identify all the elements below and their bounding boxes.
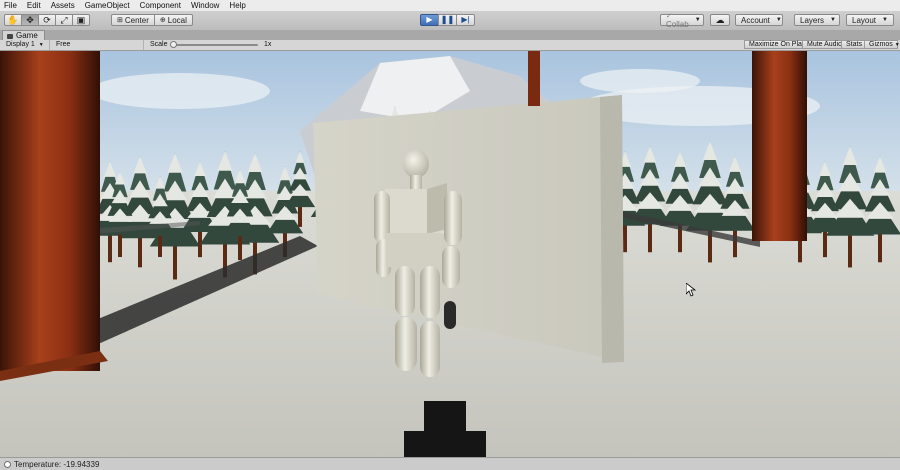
scale-slider-handle[interactable]: [170, 41, 177, 48]
character-right-thigh: [420, 266, 440, 318]
cloud-icon: ☁: [715, 14, 725, 25]
cloud-group: ☁: [710, 14, 730, 26]
play-controls: ▶ ❚❚ ▶|: [420, 14, 475, 26]
layout-dropdown[interactable]: Layout ▼: [846, 14, 894, 26]
scale-slider-track[interactable]: [172, 44, 258, 46]
wall-side: [600, 95, 624, 363]
cloud: [580, 69, 700, 93]
layout-group: Layout ▼: [846, 14, 894, 26]
console-message[interactable]: Temperature: -19.94339: [14, 460, 99, 469]
scale-tool-icon: ⤢: [60, 14, 68, 25]
character-left-thigh: [395, 266, 415, 316]
pivot-center-button[interactable]: ⊞ Center: [111, 14, 155, 26]
transform-tools: ✋ ✥ ⟳ ⤢ ▣: [4, 14, 90, 26]
pause-button[interactable]: ❚❚: [438, 14, 457, 26]
scale-value: 1x: [264, 41, 272, 48]
character-left-shin: [395, 317, 417, 371]
chevron-down-icon: ▼: [830, 17, 836, 23]
play-button[interactable]: ▶: [420, 14, 439, 26]
rect-tool-button[interactable]: ▣: [72, 14, 90, 26]
layers-group: Layers ▼: [794, 14, 840, 26]
menu-edit[interactable]: Edit: [22, 0, 46, 11]
character-head: [403, 150, 429, 178]
step-button[interactable]: ▶|: [456, 14, 475, 26]
player-shadow: [404, 431, 486, 457]
character-right-upper-arm: [444, 191, 462, 245]
scale-label: Scale: [150, 41, 168, 48]
rotate-tool-icon: ⟳: [43, 14, 51, 25]
account-group: Account ▼: [735, 14, 783, 26]
hand-tool-button[interactable]: ✋: [4, 14, 22, 26]
chevron-down-icon: ▼: [894, 42, 900, 48]
menu-file[interactable]: File: [0, 0, 22, 11]
tab-strip: Game: [0, 30, 900, 41]
maximize-on-play-toggle[interactable]: Maximize On Play: [744, 40, 811, 49]
game-viewport[interactable]: [0, 51, 900, 457]
game-view-controls: Display 1▼ Free Aspect▼ Scale 1x Maximiz…: [0, 40, 900, 58]
menu-gameobject[interactable]: GameObject: [80, 0, 135, 11]
display-dropdown[interactable]: Display 1 ▼: [2, 40, 50, 50]
space-local-button[interactable]: ⊕ Local: [153, 14, 193, 26]
cloud: [90, 73, 270, 109]
menu-window[interactable]: Window: [186, 0, 224, 11]
game-tab-icon: [7, 33, 13, 39]
rotate-tool-button[interactable]: ⟳: [38, 14, 56, 26]
game-scene: [0, 51, 900, 457]
move-tool-button[interactable]: ✥: [21, 14, 39, 26]
scale-tool-button[interactable]: ⤢: [55, 14, 73, 26]
move-tool-icon: ✥: [26, 14, 34, 25]
pivot-tools: ⊞ Center ⊕ Local: [111, 14, 193, 26]
character-right-forearm: [442, 246, 460, 288]
collab-dropdown[interactable]: ✓ Collab ▼: [660, 13, 704, 29]
mouse-cursor-icon: [686, 283, 696, 297]
aspect-dropdown[interactable]: Free Aspect▼: [52, 40, 144, 58]
step-icon: ▶|: [461, 15, 470, 24]
character-wall-shadow: [444, 301, 456, 329]
collab-group: ✓ Collab ▼: [660, 13, 704, 29]
rect-tool-icon: ▣: [76, 14, 86, 25]
account-dropdown[interactable]: Account ▼: [735, 14, 783, 26]
chevron-down-icon: ▼: [694, 17, 701, 23]
menu-assets[interactable]: Assets: [46, 0, 80, 11]
gizmos-dropdown[interactable]: Gizmos ▼: [864, 40, 900, 49]
cloud-button[interactable]: ☁: [710, 14, 730, 26]
foreground-tree-trunk: [0, 51, 100, 371]
chevron-down-icon: ▼: [775, 17, 782, 23]
chevron-down-icon: ▼: [882, 17, 888, 23]
collab-icon: ✓: [666, 13, 672, 20]
chevron-down-icon: ▼: [38, 42, 44, 48]
layers-dropdown[interactable]: Layers ▼: [794, 14, 840, 26]
menu-help[interactable]: Help: [224, 0, 250, 11]
hand-tool-icon: ✋: [7, 14, 19, 25]
info-icon: [4, 460, 11, 468]
pause-icon: ❚❚: [440, 15, 455, 24]
menu-bar: File Edit Assets GameObject Component Window H…: [0, 0, 900, 11]
center-icon: ⊞: [117, 16, 123, 24]
character-right-shin: [420, 321, 440, 377]
status-bar: Temperature: -19.94339: [0, 457, 900, 470]
menu-component[interactable]: Component: [135, 0, 186, 11]
tree-trunk-behind-wall: [528, 51, 540, 106]
play-icon: ▶: [426, 15, 433, 24]
character-hips: [386, 233, 442, 267]
main-toolbar: ✋ ✥ ⟳ ⤢ ▣ ⊞ Center ⊕ Local ▶ ❚❚ ▶| ✓ Colla…: [0, 11, 900, 31]
right-tree-trunk: [752, 51, 807, 241]
local-space-icon: ⊕: [159, 16, 166, 24]
